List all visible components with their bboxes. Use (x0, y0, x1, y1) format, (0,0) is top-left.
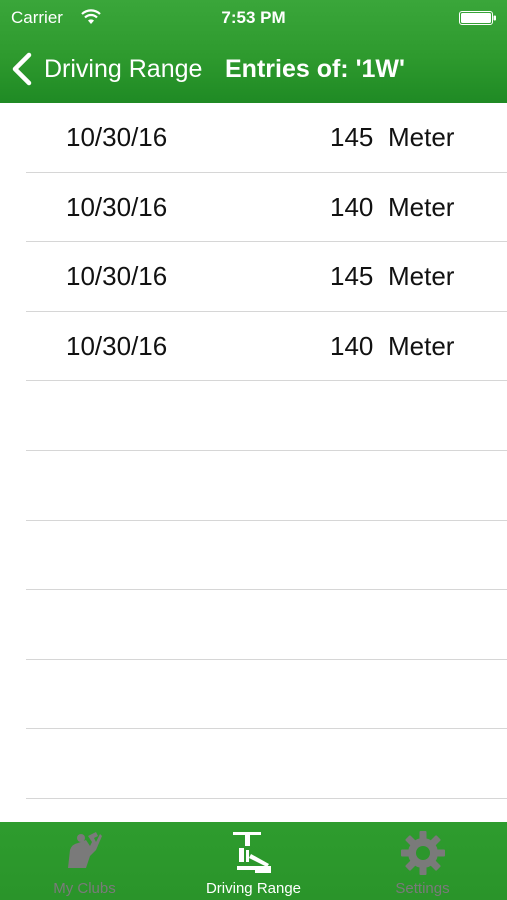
driving-range-icon (232, 832, 271, 873)
tab-driving-range[interactable]: Driving Range (169, 822, 338, 900)
list-item[interactable]: 10/30/16 145 Meter (26, 103, 507, 173)
list-item[interactable]: 10/30/16 140 Meter (26, 312, 507, 382)
status-time: 7:53 PM (221, 8, 286, 27)
empty-row (26, 660, 507, 730)
tab-label: Settings (395, 880, 450, 897)
empty-row (26, 521, 507, 591)
entry-distance: 140 (330, 191, 374, 222)
navigation-bar: Driving Range Entries of: '1W' (0, 37, 507, 103)
entry-date: 10/30/16 (66, 122, 168, 152)
list-item[interactable]: 10/30/16 145 Meter (26, 242, 507, 312)
entry-distance: 145 (330, 122, 374, 152)
empty-row (26, 590, 507, 660)
back-label: Driving Range (44, 54, 203, 83)
entry-unit: Meter (388, 261, 455, 292)
entry-distance: 145 (330, 261, 374, 292)
entries-list: 10/30/16 145 Meter 10/30/16 140 Meter 10… (0, 103, 507, 822)
entry-date: 10/30/16 (66, 261, 168, 292)
entry-distance: 140 (330, 330, 374, 361)
tab-label: My Clubs (53, 880, 116, 897)
empty-row (26, 381, 507, 451)
chevron-left-icon (12, 52, 32, 86)
status-bar: Carrier 7:53 PM (0, 0, 507, 37)
top-bar: Carrier 7:53 PM Driving Range Entries of… (0, 0, 507, 103)
tab-bar: My Clubs Driving Range Settings (0, 822, 507, 900)
page-title: Entries of: '1W' (225, 55, 405, 83)
golfer-icon (67, 832, 102, 868)
empty-row (26, 451, 507, 521)
tab-label: Driving Range (205, 880, 302, 897)
entry-unit: Meter (388, 122, 455, 152)
entry-unit: Meter (388, 330, 455, 361)
empty-row (26, 799, 507, 822)
empty-row (26, 729, 507, 799)
back-button[interactable]: Driving Range (10, 51, 202, 87)
list-item[interactable]: 10/30/16 140 Meter (26, 173, 507, 243)
entry-unit: Meter (388, 191, 455, 222)
gear-icon (400, 831, 445, 875)
entry-date: 10/30/16 (66, 330, 168, 361)
tab-my-clubs[interactable]: My Clubs (0, 822, 169, 900)
tab-settings[interactable]: Settings (338, 822, 507, 900)
entry-date: 10/30/16 (66, 191, 168, 222)
battery-icon (459, 11, 496, 25)
